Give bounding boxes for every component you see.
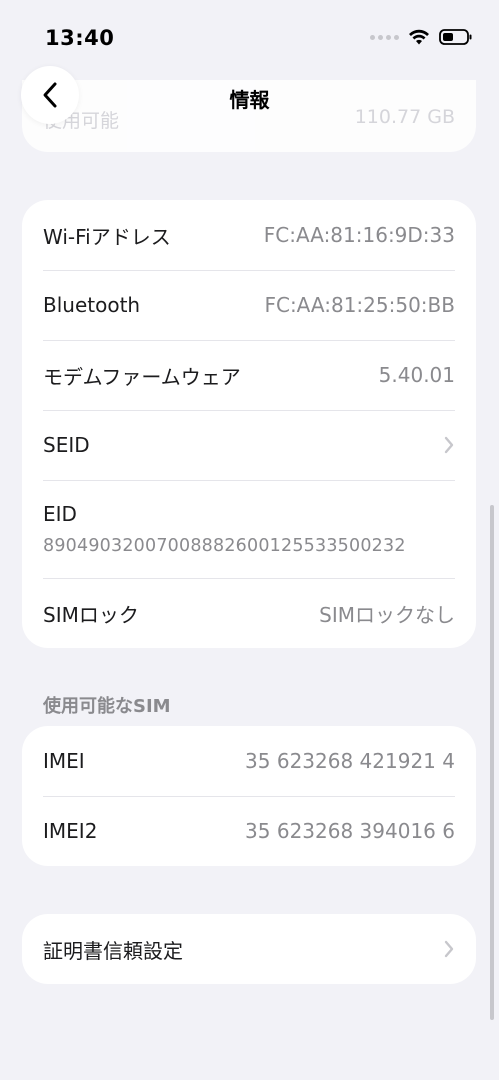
battery-icon [439, 29, 472, 45]
scroll-indicator[interactable] [490, 505, 494, 1020]
wifi-address-row: Wi-Fiアドレス FC:AA:81:16:9D:33 [22, 200, 476, 270]
certificate-trust-row[interactable]: 証明書信頼設定 [22, 914, 476, 984]
imei2-row: IMEI2 35 623268 394016 6 [22, 796, 476, 866]
page-title: 情報 [229, 88, 270, 112]
bluetooth-row: Bluetooth FC:AA:81:25:50:BB [22, 270, 476, 340]
seid-label: SEID [43, 433, 90, 457]
imei2-value: 35 623268 394016 6 [245, 819, 455, 843]
seid-row[interactable]: SEID [22, 410, 476, 480]
eid-row: EID 89049032007008882600125533500232 [22, 480, 476, 578]
bluetooth-label: Bluetooth [43, 293, 141, 317]
status-icons [370, 28, 473, 46]
status-bar: 13:40 [0, 0, 499, 70]
wifi-icon [409, 29, 429, 45]
status-time: 13:40 [45, 26, 115, 50]
imei-label: IMEI [43, 749, 85, 773]
chevron-right-icon [444, 436, 454, 454]
wifi-address-value: FC:AA:81:16:9D:33 [263, 223, 455, 247]
certificate-trust-group: 証明書信頼設定 [22, 914, 476, 984]
eid-label: EID [43, 502, 77, 526]
navigation-bar: 情報 [0, 64, 499, 128]
wifi-address-label: Wi-Fiアドレス [43, 224, 171, 249]
modem-firmware-row: モデムファームウェア 5.40.01 [22, 340, 476, 410]
certificate-trust-label: 証明書信頼設定 [43, 938, 183, 963]
modem-firmware-label: モデムファームウェア [43, 364, 241, 389]
cellular-signal-icon [370, 34, 399, 40]
chevron-right-icon [444, 940, 454, 958]
imei-row: IMEI 35 623268 421921 4 [22, 726, 476, 796]
available-sim-group: IMEI 35 623268 421921 4 IMEI2 35 623268 … [22, 726, 476, 866]
imei2-label: IMEI2 [43, 819, 98, 843]
imei-value: 35 623268 421921 4 [245, 749, 455, 773]
bluetooth-value: FC:AA:81:25:50:BB [264, 293, 455, 317]
network-info-group: Wi-Fiアドレス FC:AA:81:16:9D:33 Bluetooth FC… [22, 200, 476, 648]
sim-lock-value: SIMロックなし [319, 602, 455, 627]
modem-firmware-value: 5.40.01 [378, 363, 455, 387]
eid-value: 89049032007008882600125533500232 [43, 536, 406, 556]
sim-lock-row: SIMロック SIMロックなし [22, 578, 476, 648]
sim-lock-label: SIMロック [43, 602, 139, 627]
available-sim-header: 使用可能なSIM [43, 696, 171, 717]
